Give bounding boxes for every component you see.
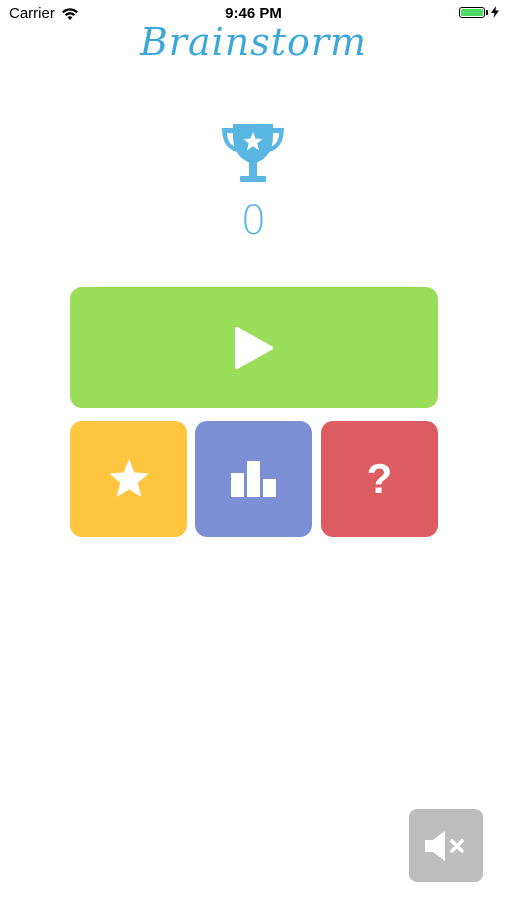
bar-chart-icon: [230, 461, 276, 497]
score-value: 0: [240, 198, 267, 244]
help-button[interactable]: ?: [321, 421, 438, 537]
main-menu-screen: Carrier 9:46 PM Brainstorm 0 ?: [0, 0, 507, 900]
charging-bolt-icon: [491, 6, 499, 18]
leaderboard-button[interactable]: [195, 421, 312, 537]
speaker-muted-icon: [425, 830, 464, 861]
favorites-button[interactable]: [70, 421, 187, 537]
trophy-icon: [222, 124, 284, 182]
app-logo: Brainstorm: [139, 20, 368, 64]
mute-button[interactable]: [409, 809, 483, 882]
battery-icon: [459, 6, 485, 18]
battery-fill: [461, 8, 483, 16]
play-button[interactable]: [70, 287, 438, 408]
play-icon: [235, 326, 273, 369]
battery-tip: [486, 9, 488, 15]
help-icon: ?: [366, 455, 393, 502]
star-icon: [109, 460, 148, 497]
battery-indicator: [459, 6, 499, 18]
